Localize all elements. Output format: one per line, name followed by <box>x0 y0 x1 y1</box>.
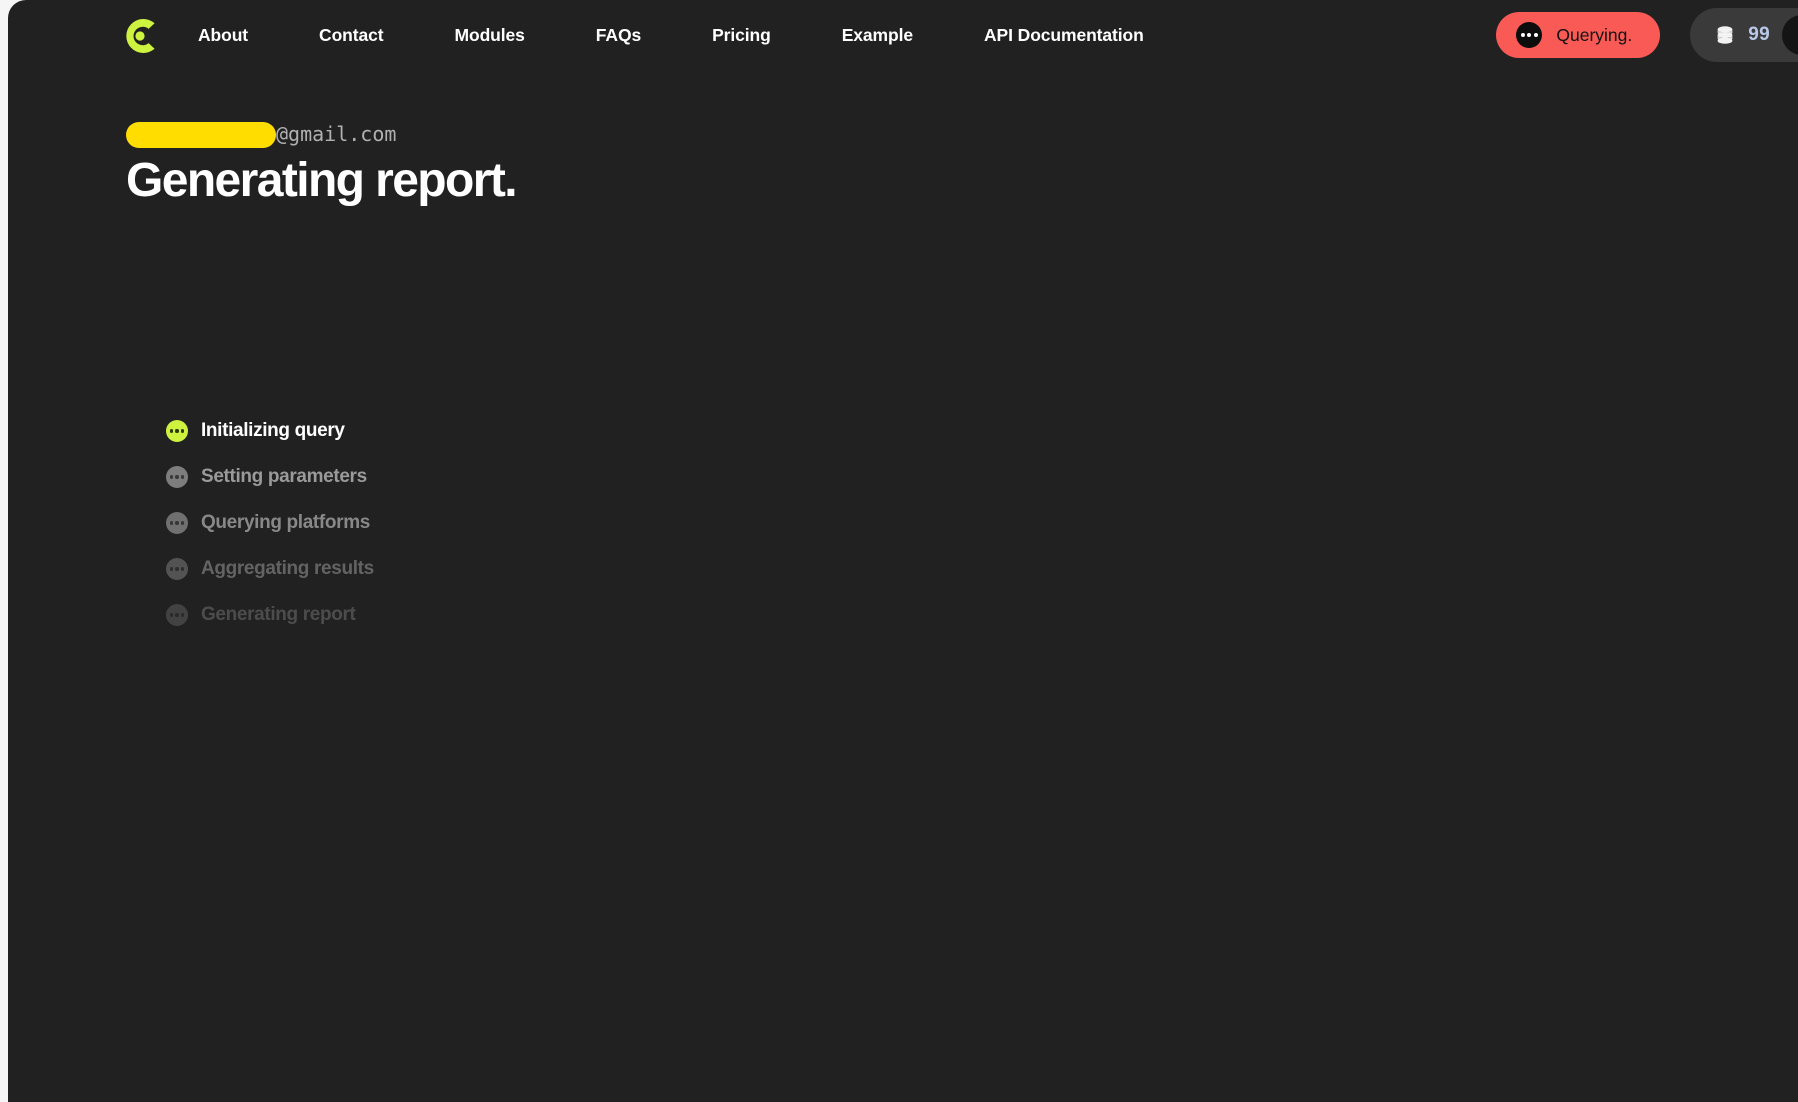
step-label: Setting parameters <box>201 466 367 487</box>
page-surface: About Contact Modules FAQs Pricing Examp… <box>8 0 1798 1102</box>
nav-link-about[interactable]: About <box>198 25 248 46</box>
database-icon <box>1714 24 1736 46</box>
nav-link-pricing[interactable]: Pricing <box>712 25 771 46</box>
credits-pill[interactable]: 99 <box>1690 8 1798 62</box>
step-initializing-query: Initializing query <box>166 418 374 444</box>
step-aggregating-results: Aggregating results <box>166 556 374 582</box>
ellipsis-icon <box>166 558 188 580</box>
nav-link-faqs[interactable]: FAQs <box>596 25 641 46</box>
account-email-line: @gmail.com <box>126 118 516 150</box>
app-root: About Contact Modules FAQs Pricing Examp… <box>0 0 1798 1102</box>
step-label: Generating report <box>201 604 356 625</box>
ellipsis-icon <box>166 604 188 626</box>
navbar-right-cluster: Querying. 99 <box>1496 0 1798 70</box>
ellipsis-icon <box>166 512 188 534</box>
credits-count: 99 <box>1748 24 1770 45</box>
ellipsis-icon <box>166 466 188 488</box>
avatar[interactable] <box>1782 15 1798 55</box>
nav-link-contact[interactable]: Contact <box>319 25 384 46</box>
c-ring-logo-icon <box>119 15 161 57</box>
brand-logo[interactable] <box>118 14 162 58</box>
redacted-username-highlight <box>126 122 276 148</box>
ellipsis-icon <box>1516 22 1543 48</box>
nav-link-api-documentation[interactable]: API Documentation <box>984 25 1144 46</box>
nav-link-example[interactable]: Example <box>842 25 913 46</box>
nav-link-modules[interactable]: Modules <box>455 25 525 46</box>
step-label: Querying platforms <box>201 512 370 533</box>
step-generating-report: Generating report <box>166 602 374 628</box>
account-email-domain: @gmail.com <box>276 122 397 146</box>
step-label: Initializing query <box>201 420 345 441</box>
top-navbar: About Contact Modules FAQs Pricing Examp… <box>8 0 1798 70</box>
page-title: Generating report. <box>126 154 518 207</box>
nav-links: About Contact Modules FAQs Pricing Examp… <box>198 0 1144 70</box>
status-label: Querying. <box>1556 24 1633 45</box>
status-querying-button[interactable]: Querying. <box>1496 12 1661 58</box>
step-label: Aggregating results <box>201 558 374 579</box>
step-querying-platforms: Querying platforms <box>166 510 374 536</box>
ellipsis-icon <box>166 420 188 442</box>
headline-block: @gmail.com Generating report. <box>126 118 518 207</box>
step-setting-parameters: Setting parameters <box>166 464 374 490</box>
progress-steps-list: Initializing query Setting parameters Qu… <box>166 418 374 628</box>
